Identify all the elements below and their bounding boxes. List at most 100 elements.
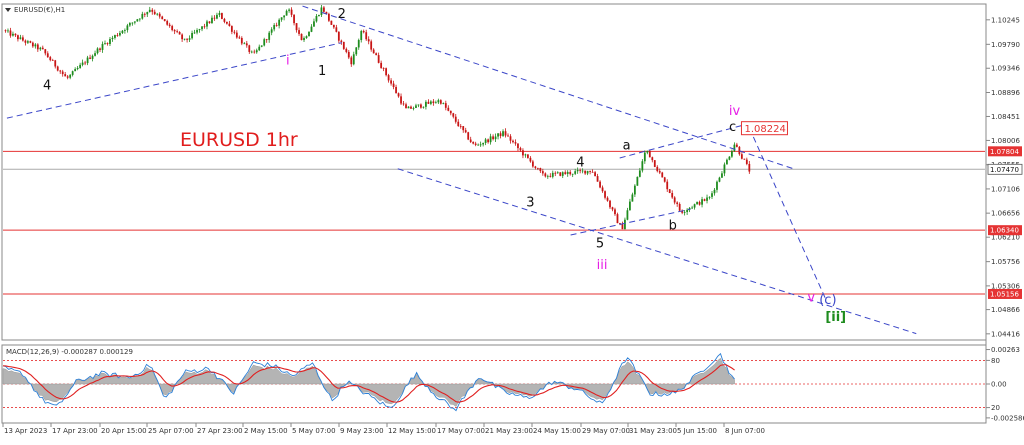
candle-body xyxy=(745,159,748,164)
chart-title: EURUSD 1hr xyxy=(180,129,298,151)
candle-body xyxy=(211,17,213,24)
candle-body xyxy=(427,101,430,104)
candle-body xyxy=(392,83,395,87)
candle-body xyxy=(365,32,368,40)
candle-body xyxy=(407,106,410,109)
candle-body xyxy=(305,36,308,39)
time-axis-tick-label: 17 Apr 23:00 xyxy=(52,427,98,435)
candle-body xyxy=(671,193,674,198)
candle-body xyxy=(114,35,116,38)
candle-body xyxy=(151,9,154,12)
candle-body xyxy=(253,51,256,53)
candle-body xyxy=(181,34,184,40)
time-axis-tick-label: 8 Jun 07:00 xyxy=(725,427,765,435)
candle-body xyxy=(54,60,57,67)
candle-body xyxy=(193,32,196,34)
candle-body xyxy=(183,38,186,40)
candle-body xyxy=(502,131,504,136)
candle-body xyxy=(728,156,731,160)
candle-body xyxy=(245,43,248,46)
candle-body xyxy=(201,26,203,30)
candle-body xyxy=(265,39,268,41)
wave-label: 4 xyxy=(576,156,584,171)
candle-body xyxy=(91,55,94,59)
candle-body xyxy=(69,74,72,78)
candle-body xyxy=(646,150,649,153)
candle-body xyxy=(347,51,350,58)
candle-body xyxy=(352,54,355,65)
macd-axis-tick-label: 0.00263 xyxy=(991,346,1020,354)
candle-body xyxy=(126,25,129,31)
candle-body xyxy=(148,9,151,12)
candle-body xyxy=(735,144,738,147)
candle-body xyxy=(591,171,594,173)
candle-body xyxy=(196,30,198,33)
candle-body xyxy=(109,39,111,44)
candle-body xyxy=(163,19,166,22)
candle-body xyxy=(104,43,106,44)
candle-body xyxy=(524,154,527,156)
current-price-tag-label: 1.07470 xyxy=(990,166,1019,174)
candle-body xyxy=(507,135,509,137)
candle-body xyxy=(494,136,497,140)
time-axis-tick-label: 25 Apr 07:00 xyxy=(148,427,194,435)
candle-body xyxy=(17,35,19,40)
candle-body xyxy=(377,55,380,63)
time-axis-tick-label: 21 May 23:00 xyxy=(485,427,533,435)
candle-body xyxy=(39,47,42,50)
candle-body xyxy=(273,25,276,30)
candle-body xyxy=(323,7,325,12)
candle-body xyxy=(462,126,465,131)
candle-body xyxy=(94,53,96,56)
candle-body xyxy=(84,62,86,64)
time-axis-tick-label: 17 May 07:00 xyxy=(437,427,485,435)
candle-body xyxy=(111,37,114,40)
candle-body xyxy=(315,16,318,22)
candle-body xyxy=(44,49,47,54)
candle-body xyxy=(718,177,721,182)
candle-body xyxy=(666,181,669,190)
candle-body xyxy=(14,33,17,36)
candle-body xyxy=(298,30,300,34)
candle-body xyxy=(290,9,293,15)
candle-body xyxy=(64,74,67,77)
level-price-tag-label: 1.07804 xyxy=(990,148,1019,156)
candle-body xyxy=(626,210,629,220)
candle-body xyxy=(586,170,589,174)
candle-body xyxy=(614,209,616,215)
candle-body xyxy=(89,57,91,59)
candle-body xyxy=(584,170,587,174)
candle-body xyxy=(696,202,698,205)
candle-body xyxy=(280,17,283,20)
candle-body xyxy=(529,157,532,162)
candle-body xyxy=(216,14,218,19)
candle-body xyxy=(616,214,619,224)
candle-body xyxy=(447,107,450,111)
time-axis-tick-label: 2 May 15:00 xyxy=(244,427,288,435)
candle-body xyxy=(387,75,390,81)
candle-body xyxy=(514,142,517,144)
candle-body xyxy=(143,13,146,15)
candle-body xyxy=(121,30,124,33)
candle-body xyxy=(318,15,320,17)
wave-label: [ii] xyxy=(825,310,846,325)
candle-body xyxy=(278,19,281,26)
candle-body xyxy=(611,207,614,210)
candle-body xyxy=(51,60,54,61)
price-axis-tick-label: 1.09346 xyxy=(991,65,1020,73)
candle-body xyxy=(658,171,661,173)
candle-body xyxy=(551,172,554,177)
wave-label: 5 xyxy=(596,236,604,251)
candle-body xyxy=(571,173,574,175)
candle-body xyxy=(22,37,24,41)
level-price-tag-label: 1.06340 xyxy=(990,227,1019,235)
candle-body xyxy=(492,136,494,140)
candle-body xyxy=(731,151,733,157)
level-price-tag-label: 1.05156 xyxy=(990,290,1019,298)
candle-body xyxy=(36,44,39,50)
candle-body xyxy=(527,154,529,158)
candle-body xyxy=(34,44,37,47)
price-axis-tick-label: 1.04416 xyxy=(991,330,1020,338)
candle-body xyxy=(300,33,303,41)
time-axis-tick-label: 9 May 23:00 xyxy=(340,427,384,435)
